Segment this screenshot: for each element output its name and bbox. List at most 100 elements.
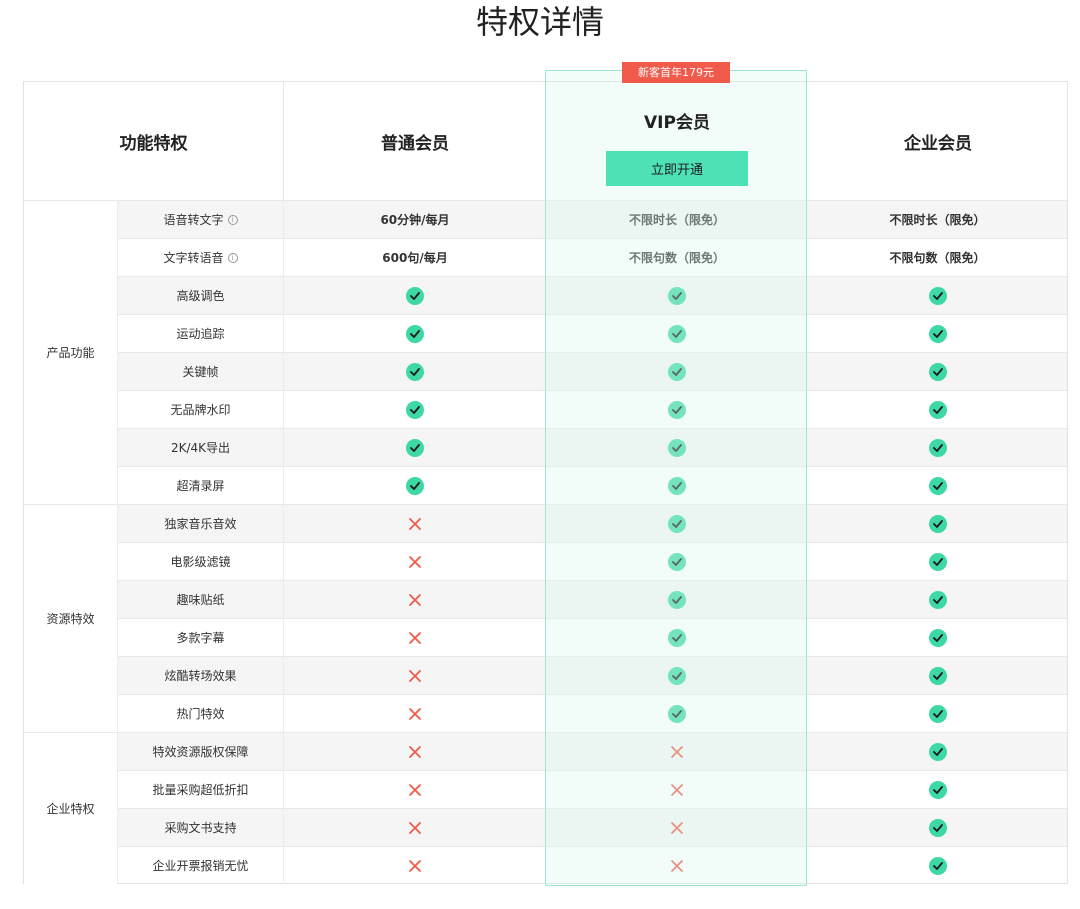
feature-name: 采购文书支持	[117, 809, 284, 846]
open-vip-button[interactable]: 立即开通	[606, 151, 748, 186]
cell-basic	[284, 695, 546, 732]
feature-label: 关键帧	[182, 365, 219, 379]
table-row: 采购文书支持	[24, 808, 1067, 846]
cell-value: 不限句数（限免）	[889, 251, 986, 265]
feature-name: 特效资源版权保障	[117, 733, 284, 770]
cell-enterprise	[808, 391, 1067, 428]
cell-value: 不限时长（限免）	[628, 213, 725, 227]
cross-icon	[409, 669, 421, 682]
cell-basic	[284, 543, 546, 580]
check-icon	[928, 362, 947, 381]
cell-value: 60分钟/每月	[380, 213, 450, 227]
feature-label: 炫酷转场效果	[164, 669, 237, 683]
cell-enterprise	[808, 657, 1067, 694]
check-icon	[928, 590, 947, 609]
check-icon	[668, 400, 686, 419]
cross-icon	[671, 783, 683, 796]
cell-enterprise	[808, 429, 1067, 466]
check-icon	[668, 286, 686, 305]
cross-icon	[671, 859, 683, 872]
cell-vip	[546, 315, 808, 352]
cell-value: 不限句数（限免）	[628, 251, 725, 265]
check-icon	[928, 514, 947, 533]
check-icon	[928, 666, 947, 685]
feature-label: 文字转语音	[163, 251, 224, 265]
table-row: 多款字幕	[24, 618, 1067, 656]
cell-basic	[284, 771, 546, 808]
feature-name: 高级调色	[117, 277, 284, 314]
cross-icon	[409, 517, 421, 530]
feature-label: 企业开票报销无忧	[152, 859, 249, 873]
check-icon	[928, 628, 947, 647]
table-row: 热门特效	[24, 694, 1067, 732]
feature-label: 多款字幕	[176, 631, 225, 645]
group-label: 资源特效	[24, 504, 117, 732]
cell-enterprise	[808, 353, 1067, 390]
feature-name: 运动追踪	[117, 315, 284, 352]
info-icon[interactable]: i	[227, 252, 238, 263]
cell-vip	[546, 277, 808, 314]
vip-promo-badge: 新客首年179元	[622, 62, 730, 83]
cell-basic	[284, 505, 546, 542]
cell-basic	[284, 619, 546, 656]
cell-basic	[284, 315, 546, 352]
cell-enterprise	[808, 809, 1067, 846]
cell-vip	[546, 581, 808, 618]
cell-enterprise	[808, 771, 1067, 808]
check-icon	[406, 476, 424, 495]
feature-name: 批量采购超低折扣	[117, 771, 284, 808]
table-row: 批量采购超低折扣	[24, 770, 1067, 808]
cross-icon	[409, 783, 421, 796]
cross-icon	[409, 593, 421, 606]
info-icon[interactable]: i	[227, 214, 238, 225]
feature-label: 无品牌水印	[170, 403, 231, 417]
header-basic-member: 普通会员	[381, 133, 449, 154]
check-icon	[928, 286, 947, 305]
cell-vip	[546, 809, 808, 846]
cell-vip	[546, 771, 808, 808]
cell-vip	[546, 733, 808, 770]
cell-vip	[546, 847, 808, 884]
table-row: 电影级滤镜	[24, 542, 1067, 580]
check-icon	[928, 704, 947, 723]
feature-name: 炫酷转场效果	[117, 657, 284, 694]
table-row: 关键帧	[24, 352, 1067, 390]
feature-label: 电影级滤镜	[170, 555, 231, 569]
check-icon	[406, 286, 424, 305]
cell-vip: 不限时长（限免）	[546, 201, 808, 238]
check-icon	[928, 552, 947, 571]
feature-label: 独家音乐音效	[164, 517, 237, 531]
cell-vip	[546, 391, 808, 428]
cell-vip	[546, 353, 808, 390]
check-icon	[928, 856, 947, 875]
feature-label: 高级调色	[176, 289, 225, 303]
cross-icon	[671, 745, 683, 758]
cell-basic	[284, 391, 546, 428]
check-icon	[928, 742, 947, 761]
cross-icon	[409, 555, 421, 568]
check-icon	[928, 780, 947, 799]
check-icon	[668, 590, 686, 609]
cell-enterprise	[808, 733, 1067, 770]
cell-vip	[546, 543, 808, 580]
cell-value: 不限时长（限免）	[889, 213, 986, 227]
cell-enterprise	[808, 277, 1067, 314]
check-icon	[668, 628, 686, 647]
feature-name: 电影级滤镜	[117, 543, 284, 580]
cell-vip	[546, 505, 808, 542]
cell-basic	[284, 847, 546, 884]
cell-basic	[284, 581, 546, 618]
table-row: 高级调色	[24, 276, 1067, 314]
cell-vip	[546, 695, 808, 732]
feature-name: 超清录屏	[117, 467, 284, 504]
header-feature: 功能特权	[24, 82, 284, 200]
check-icon	[668, 362, 686, 381]
check-icon	[668, 438, 686, 457]
cell-basic	[284, 733, 546, 770]
cell-enterprise: 不限时长（限免）	[808, 201, 1067, 238]
group-label: 企业特权	[24, 732, 117, 884]
cell-vip	[546, 657, 808, 694]
cell-vip	[546, 429, 808, 466]
cell-basic	[284, 809, 546, 846]
feature-label: 运动追踪	[176, 327, 225, 341]
